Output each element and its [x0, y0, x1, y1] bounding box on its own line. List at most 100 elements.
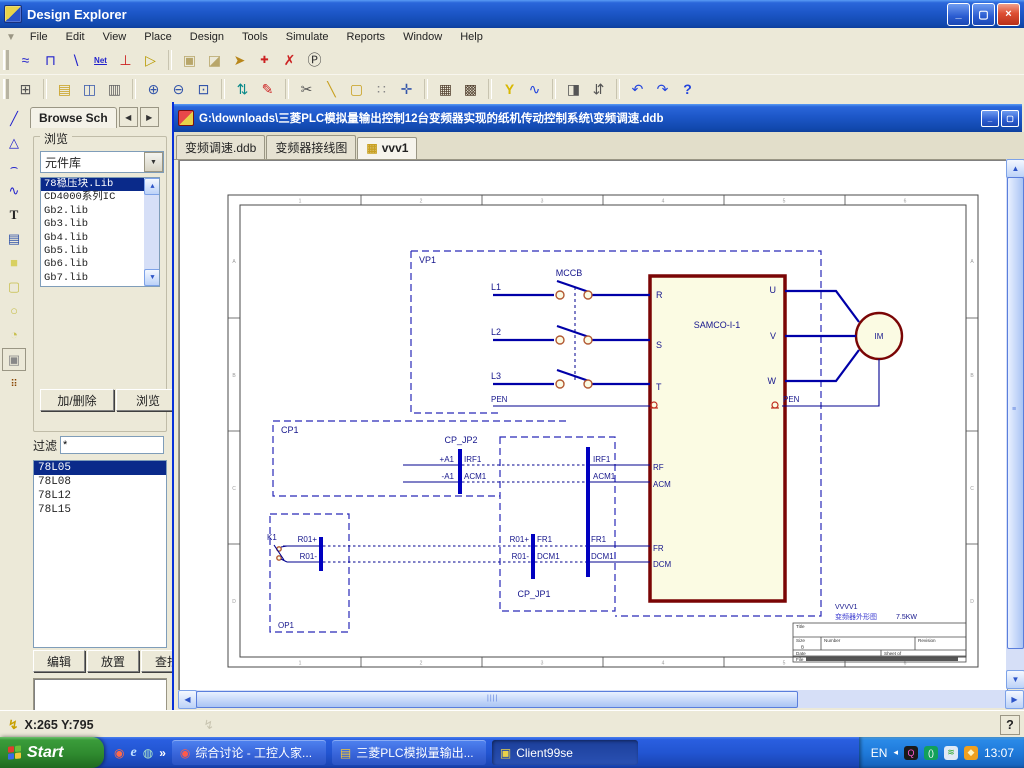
toolbar-grip[interactable] [3, 50, 9, 70]
list-item[interactable]: Gb3.lib [41, 218, 159, 231]
ellipse-icon[interactable]: ○ [3, 300, 25, 321]
wand-icon[interactable]: ✎ [255, 77, 280, 101]
library-icon[interactable]: ◨ [561, 77, 586, 101]
component-list[interactable]: 78L05 78L08 78L12 78L15 [33, 460, 167, 648]
power-port-icon[interactable]: ⊥ [113, 48, 138, 72]
scroll-up-icon[interactable]: ▲ [144, 178, 160, 195]
menu-design[interactable]: Design [182, 30, 232, 44]
list-item[interactable]: 78L15 [34, 503, 166, 517]
part-browser-icon[interactable]: ▦ [433, 77, 458, 101]
clock[interactable]: 13:07 [984, 746, 1014, 760]
language-indicator[interactable]: EN [871, 746, 888, 760]
filter-input[interactable] [60, 436, 164, 454]
vertical-scroll-thumb[interactable]: ≡ [1007, 177, 1024, 649]
pie-icon[interactable]: ◔ [3, 324, 25, 345]
taskbar-item-folder[interactable]: ▤ 三菱PLC模拟量输出... [332, 740, 486, 765]
quick-launch-more-icon[interactable]: » [159, 746, 166, 760]
taskbar-item-forum[interactable]: ◉ 综合讨论 - 工控人家... [172, 740, 326, 765]
status-help-button[interactable]: ? [1000, 715, 1020, 735]
cut-wire-icon[interactable]: ✂ [294, 77, 319, 101]
app-titlebar[interactable]: Design Explorer _ ▢ × [0, 0, 1024, 28]
add-remove-button[interactable]: 加/删除 [40, 389, 114, 411]
tab-document-3[interactable]: ▦ vvv1 [357, 137, 417, 159]
cross-icon[interactable]: ✛ [394, 77, 419, 101]
list-item[interactable]: 78L12 [34, 489, 166, 503]
scroll-up-icon[interactable]: ▲ [1006, 159, 1024, 178]
list-item[interactable]: 78L08 [34, 475, 166, 489]
list-item[interactable]: Gb5.lib [41, 245, 159, 258]
scroll-right-icon[interactable]: ▶ [1005, 690, 1024, 709]
network-monitor-icon[interactable]: ≋ [944, 746, 958, 760]
schematic-canvas[interactable]: 1 2 3 4 5 6 1 2 3 4 5 6 A B C D A B C D [178, 159, 1008, 691]
tab-document-1[interactable]: 变频调速.ddb [176, 135, 265, 159]
rectangle-icon[interactable]: ■ [3, 252, 25, 273]
quick-launch-browser-icon[interactable]: ◉ [114, 746, 124, 760]
arc-icon[interactable]: ⌢ [3, 156, 25, 177]
qq-penguin-icon[interactable]: Q [904, 746, 918, 760]
toolbar-grip[interactable] [3, 79, 9, 99]
list-item[interactable]: Gb4.lib [41, 232, 159, 245]
close-button[interactable]: × [997, 3, 1020, 26]
edit-button[interactable]: 编辑 [33, 650, 85, 672]
menu-simulate[interactable]: Simulate [278, 30, 337, 44]
vertical-scrollbar[interactable]: ▲ ≡ ▼ [1006, 159, 1024, 689]
tab-document-2[interactable]: 变频器接线图 [266, 135, 356, 159]
panel-left-arrow[interactable]: ◀ [119, 107, 138, 127]
curve-icon[interactable]: ∿ [3, 180, 25, 201]
junction-icon[interactable]: ✚ [252, 48, 277, 72]
run-simulation-icon[interactable]: ∿ [522, 77, 547, 101]
library-mode-select[interactable]: 元件库 ▼ [40, 151, 164, 173]
polygon-icon[interactable]: △ [3, 132, 25, 153]
annotate-icon[interactable]: ⇵ [586, 77, 611, 101]
menu-file[interactable]: File [22, 30, 56, 44]
wire-icon[interactable]: ≈ [13, 48, 38, 72]
line-icon[interactable]: ╱ [3, 108, 25, 129]
browse-button[interactable]: 浏览 [116, 389, 180, 411]
zoom-area-icon[interactable]: ⊡ [191, 77, 216, 101]
layer-stack-icon[interactable]: ▩ [458, 77, 483, 101]
list-item[interactable]: Gb2.lib [41, 205, 159, 218]
sheet-symbol-icon[interactable]: ▣ [177, 48, 202, 72]
start-button[interactable]: Start [0, 737, 104, 768]
pcb-rule-icon[interactable]: Ⓟ [302, 48, 327, 72]
array-icon[interactable]: ⠿ [3, 374, 25, 395]
quick-launch-globe-icon[interactable]: ◍ [143, 746, 153, 760]
menu-edit[interactable]: Edit [58, 30, 93, 44]
sheet-entry-icon[interactable]: ◪ [202, 48, 227, 72]
combo-dropdown-icon[interactable]: ▼ [144, 152, 163, 172]
scroll-left-icon[interactable]: ◀ [178, 690, 197, 709]
uc-client-icon[interactable]: () [924, 746, 938, 760]
move-icon[interactable]: ∷ [369, 77, 394, 101]
updater-icon[interactable]: ◆ [964, 746, 978, 760]
text-frame-icon[interactable]: ▤ [3, 228, 25, 249]
bus-entry-icon[interactable]: ∖ [63, 48, 88, 72]
round-rectangle-icon[interactable]: ▢ [3, 276, 25, 297]
zoom-in-icon[interactable]: ⊕ [141, 77, 166, 101]
tab-browse-sch[interactable]: Browse Sch [30, 107, 117, 128]
part-icon[interactable]: ▷ [138, 48, 163, 72]
fit-document-icon[interactable]: ⇅ [230, 77, 255, 101]
minimize-button[interactable]: _ [947, 3, 970, 26]
list-item[interactable]: 78稳压块.Lib [41, 178, 150, 191]
wrench-icon[interactable]: Y [497, 77, 522, 101]
menu-tools[interactable]: Tools [234, 30, 276, 44]
no-erc-icon[interactable]: ✗ [277, 48, 302, 72]
image-icon[interactable]: ▣ [2, 348, 26, 371]
help-icon[interactable]: ? [675, 77, 700, 101]
list-item[interactable]: Gb7.lib [41, 272, 159, 285]
horizontal-scrollbar[interactable]: ◀ |||| ▶ [178, 690, 1024, 708]
redo-icon[interactable]: ↷ [650, 77, 675, 101]
menu-place[interactable]: Place [136, 30, 180, 44]
open-icon[interactable]: ▤ [52, 77, 77, 101]
menu-window[interactable]: Window [395, 30, 450, 44]
explorer-icon[interactable]: ⊞ [13, 77, 38, 101]
panel-right-arrow[interactable]: ▶ [140, 107, 159, 127]
library-list-scrollbar[interactable]: ▲ ▼ [144, 178, 159, 286]
net-label-icon[interactable]: Net [88, 48, 113, 72]
list-item[interactable]: CD4000系列IC [41, 191, 159, 204]
library-list[interactable]: 78稳压块.Lib CD4000系列IC Gb2.lib Gb3.lib Gb4… [40, 177, 160, 287]
place-button[interactable]: 放置 [87, 650, 139, 672]
print-icon[interactable]: ▥ [102, 77, 127, 101]
drag-wire-icon[interactable]: ╲ [319, 77, 344, 101]
quick-launch-ie-icon[interactable]: e [130, 745, 136, 761]
